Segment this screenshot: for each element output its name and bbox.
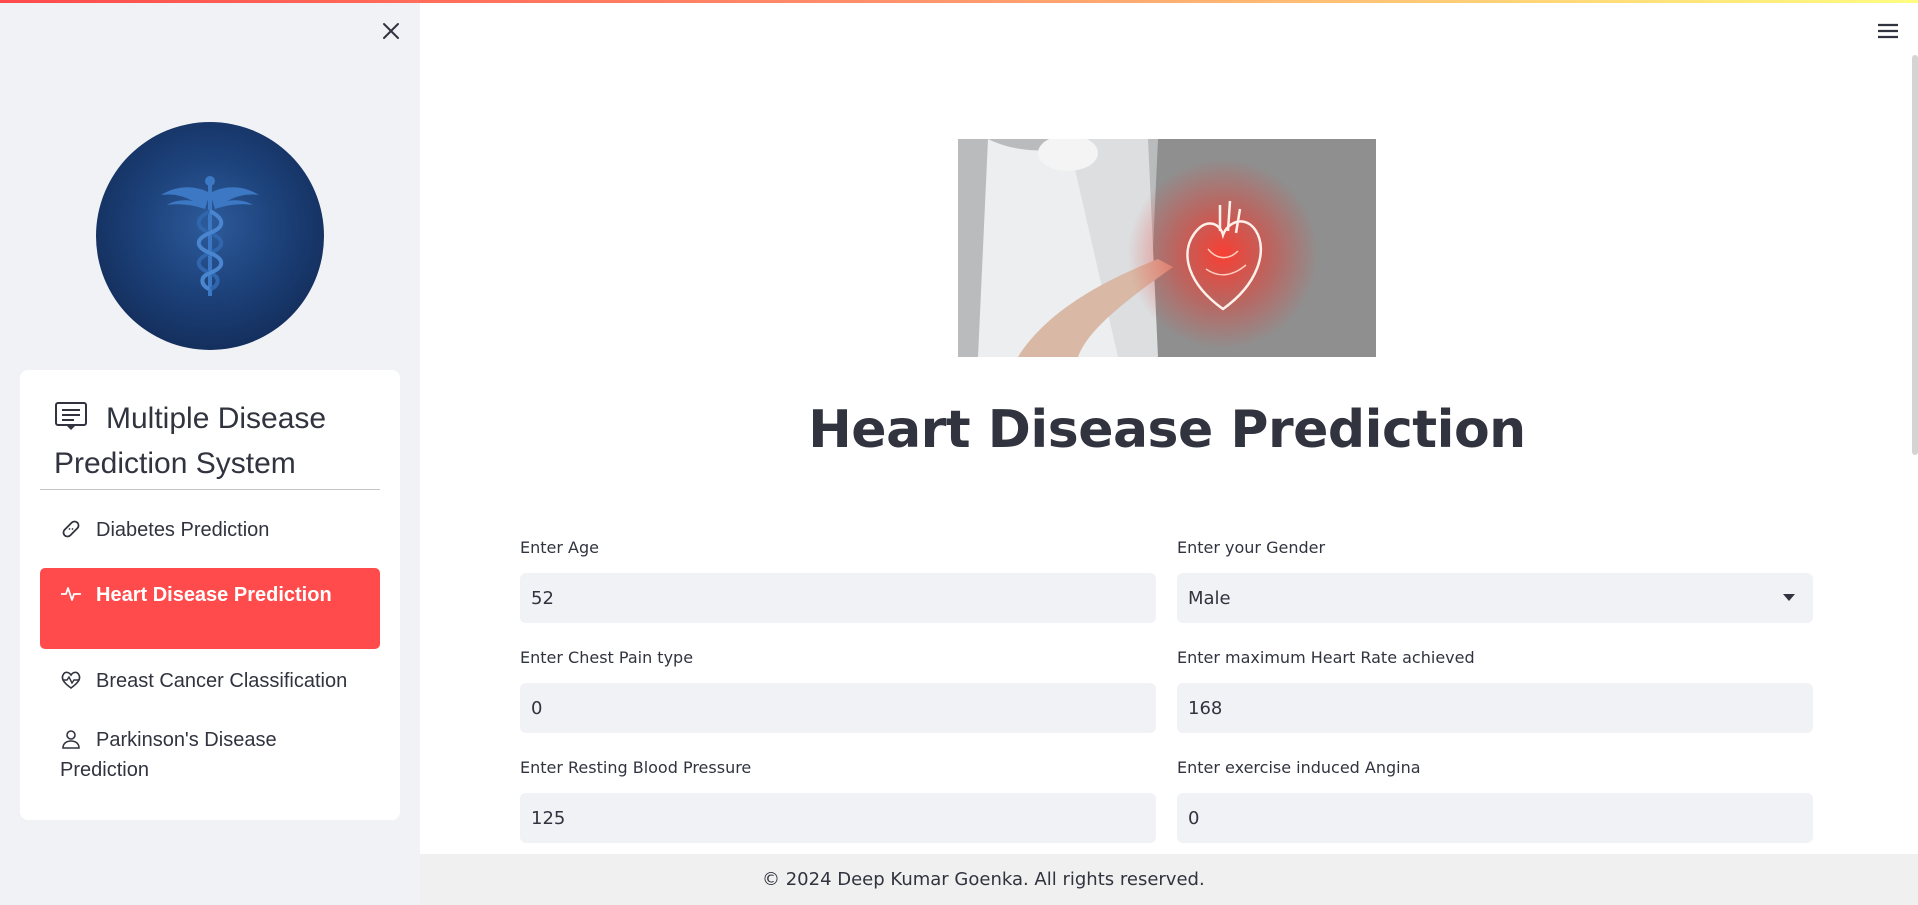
footer-copyright: © 2024 Deep Kumar Goenka. All rights res… — [762, 869, 1205, 890]
gender-select[interactable]: Male — [1177, 573, 1813, 623]
age-value: 52 — [531, 587, 554, 609]
heart-pulse-icon — [61, 671, 81, 689]
menu-title: Multiple Disease Prediction System — [54, 396, 384, 486]
chest-pain-input[interactable]: 0 — [520, 683, 1156, 733]
sidebar-item-label: Breast Cancer Classification — [96, 670, 348, 692]
angina-label: Enter exercise induced Angina — [1177, 758, 1421, 777]
person-icon — [62, 730, 80, 749]
sidebar-item-parkinsons[interactable]: Parkinson's Disease Prediction — [40, 725, 380, 785]
sidebar-item-breast-cancer[interactable]: Breast Cancer Classification — [40, 666, 380, 696]
sidebar-item-label: Diabetes Prediction — [96, 519, 270, 541]
gender-value: Male — [1188, 587, 1231, 609]
scrollbar[interactable] — [1912, 55, 1918, 455]
top-progress-bar — [0, 0, 1918, 3]
sidebar-item-label: Heart Disease Prediction — [96, 584, 332, 606]
main-menu-button[interactable] — [1876, 20, 1900, 42]
max-hr-value: 168 — [1188, 697, 1223, 719]
chevron-down-icon — [1783, 594, 1795, 601]
list-icon — [55, 402, 87, 430]
resting-bp-label: Enter Resting Blood Pressure — [520, 758, 752, 777]
sidebar-item-heart-disease[interactable]: Heart Disease Prediction — [40, 568, 380, 649]
menu-title-text: Multiple Disease Prediction System — [54, 402, 327, 480]
logo — [96, 122, 324, 350]
age-label: Enter Age — [520, 538, 599, 557]
sidebar: Multiple Disease Prediction System Diabe… — [0, 0, 420, 905]
heart-hero-image — [958, 139, 1376, 357]
angina-value: 0 — [1188, 807, 1200, 829]
sidebar-item-label: Parkinson's Disease Prediction — [60, 729, 277, 781]
chest-pain-value: 0 — [531, 697, 543, 719]
navigation-menu: Multiple Disease Prediction System Diabe… — [20, 370, 400, 820]
hamburger-icon — [1878, 23, 1898, 39]
gender-label: Enter your Gender — [1177, 538, 1326, 557]
activity-icon — [61, 587, 81, 601]
resting-bp-value: 125 — [531, 807, 566, 829]
bandage-icon — [62, 520, 80, 538]
max-hr-input[interactable]: 168 — [1177, 683, 1813, 733]
resting-bp-input[interactable]: 125 — [520, 793, 1156, 843]
caduceus-icon — [161, 176, 259, 296]
chest-pain-label: Enter Chest Pain type — [520, 648, 694, 667]
page-title: Heart Disease Prediction — [808, 400, 1526, 460]
menu-divider — [40, 489, 380, 490]
sidebar-item-diabetes[interactable]: Diabetes Prediction — [40, 515, 380, 545]
footer: © 2024 Deep Kumar Goenka. All rights res… — [420, 854, 1918, 905]
age-input[interactable]: 52 — [520, 573, 1156, 623]
max-hr-label: Enter maximum Heart Rate achieved — [1177, 648, 1475, 667]
close-icon — [383, 23, 399, 39]
angina-input[interactable]: 0 — [1177, 793, 1813, 843]
close-sidebar-button[interactable] — [378, 18, 404, 44]
